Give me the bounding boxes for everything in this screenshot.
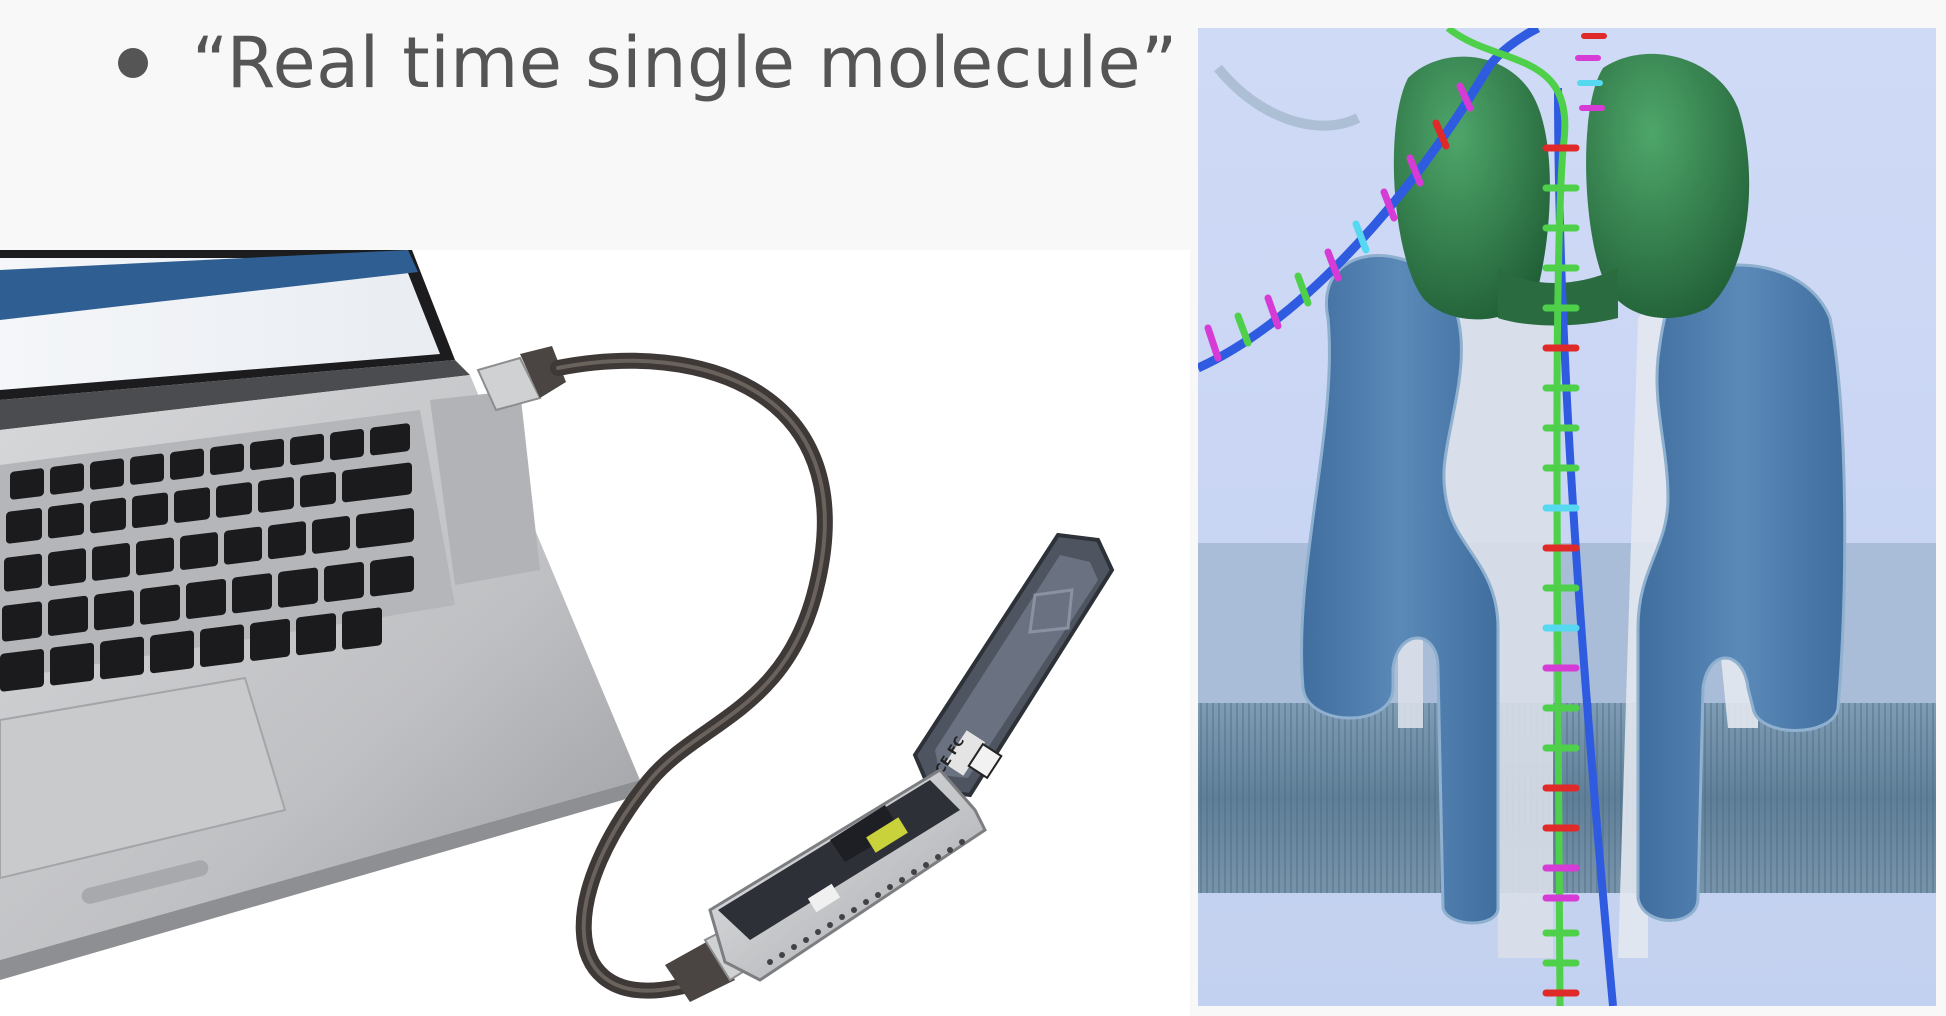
bullet-dot-icon [118,48,148,78]
bullet-item: “Real time single molecule” [118,8,1178,118]
laptop-sequencer-image: CE FC [0,250,1190,1016]
laptop-sequencer-illustration-icon: CE FC [0,250,1115,1002]
nanopore-illustration-icon [1198,28,1936,1006]
slide: “Real time single molecule” CE FC [0,0,1946,1016]
bullet-text: “Real time single molecule” [192,22,1178,104]
nanopore-diagram-image [1198,28,1936,1006]
